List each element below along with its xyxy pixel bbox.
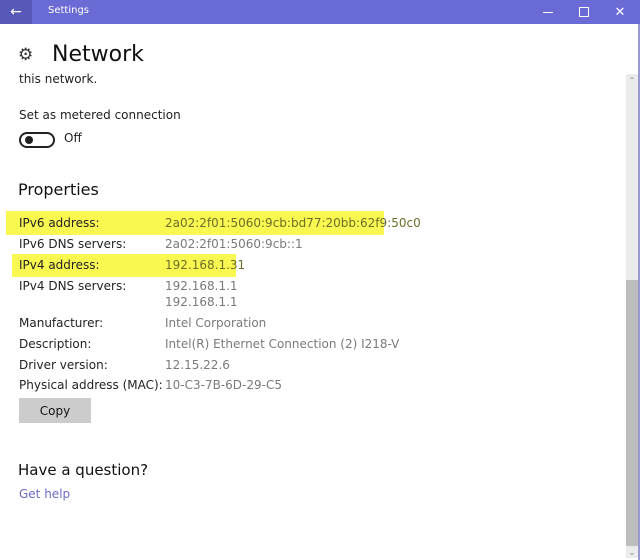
- property-value: 192.168.1.31: [165, 258, 246, 272]
- property-value-secondary: 192.168.1.1: [165, 295, 238, 309]
- scroll-down-icon[interactable]: ⌄: [626, 546, 638, 558]
- maximize-icon: [579, 7, 589, 17]
- back-button[interactable]: ←: [0, 0, 32, 24]
- property-label: IPv4 DNS servers:: [19, 279, 127, 293]
- maximize-button[interactable]: [566, 0, 602, 24]
- window-title: Settings: [48, 5, 90, 16]
- property-label: IPv4 address:: [19, 258, 100, 272]
- get-help-link[interactable]: Get help: [19, 487, 70, 501]
- close-icon: ✕: [614, 4, 626, 20]
- property-label: IPv6 DNS servers:: [19, 237, 127, 251]
- property-value: 12.15.22.6: [165, 358, 230, 372]
- property-value: 10-C3-7B-6D-29-C5: [165, 378, 282, 392]
- property-value: Intel Corporation: [165, 316, 267, 330]
- minimize-icon: [543, 11, 553, 13]
- property-label: Driver version:: [19, 358, 108, 372]
- property-label: Description:: [19, 337, 92, 351]
- property-label: IPv6 address:: [19, 216, 100, 230]
- close-button[interactable]: ✕: [602, 0, 638, 24]
- property-value: 2a02:2f01:5060:9cb::1: [165, 237, 303, 251]
- minimize-button[interactable]: [530, 0, 566, 24]
- scroll-up-icon[interactable]: ⌃: [626, 74, 638, 86]
- property-label: Physical address (MAC):: [19, 378, 163, 392]
- intro-text: this network.: [19, 72, 98, 86]
- vertical-scrollbar[interactable]: ⌃ ⌄: [626, 74, 638, 558]
- property-value: Intel(R) Ethernet Connection (2) I218-V: [165, 337, 400, 351]
- toggle-knob: [25, 136, 33, 144]
- gear-icon: ⚙: [18, 44, 34, 65]
- back-arrow-icon: ←: [10, 4, 22, 20]
- page-header: ⚙ Network: [18, 42, 144, 67]
- copy-button[interactable]: Copy: [19, 398, 91, 423]
- page-title: Network: [52, 42, 144, 67]
- title-bar: ← Settings ✕: [0, 0, 640, 24]
- property-value: 2a02:2f01:5060:9cb:bd77:20bb:62f9:50c0: [165, 216, 421, 230]
- toggle-state-label: Off: [64, 131, 82, 145]
- metered-connection-label: Set as metered connection: [19, 108, 181, 122]
- help-heading: Have a question?: [18, 461, 149, 479]
- scrollbar-thumb[interactable]: [626, 280, 638, 546]
- property-value: 192.168.1.1: [165, 279, 238, 293]
- metered-connection-toggle[interactable]: [19, 132, 55, 148]
- property-label: Manufacturer:: [19, 316, 104, 330]
- properties-heading: Properties: [18, 180, 99, 199]
